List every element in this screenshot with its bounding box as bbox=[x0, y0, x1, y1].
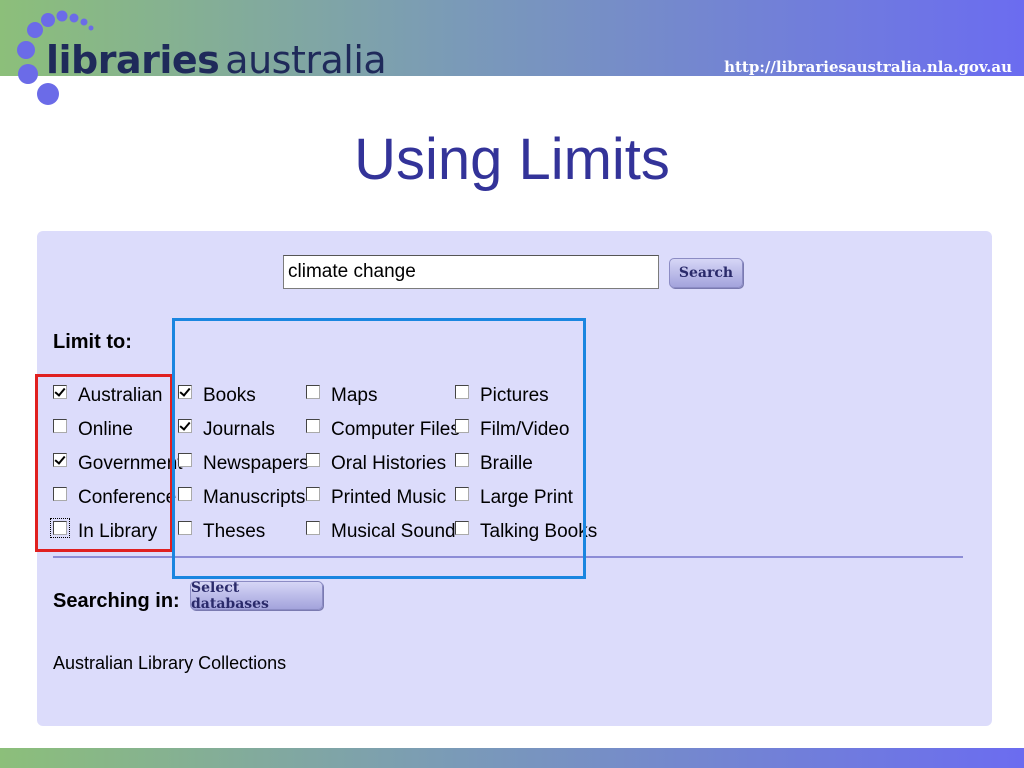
footer-bar bbox=[0, 748, 1024, 768]
slide-title: Using Limits bbox=[354, 127, 670, 192]
limit-to-label: Limit to: bbox=[53, 331, 132, 353]
logo-bold-text: libraries bbox=[46, 38, 220, 82]
logo: libraries australia bbox=[46, 38, 387, 82]
search-button[interactable]: Search bbox=[669, 258, 743, 288]
site-url: http://librariesaustralia.nla.gov.au bbox=[724, 58, 1012, 76]
searching-in-label: Searching in: bbox=[53, 590, 180, 612]
select-databases-button[interactable]: Select databases bbox=[190, 580, 323, 612]
logo-light-text: australia bbox=[225, 38, 387, 82]
search-input[interactable] bbox=[283, 255, 659, 289]
collections-text: Australian Library Collections bbox=[53, 653, 287, 673]
highlight-box-red bbox=[35, 374, 173, 552]
highlight-box-blue bbox=[172, 318, 586, 579]
